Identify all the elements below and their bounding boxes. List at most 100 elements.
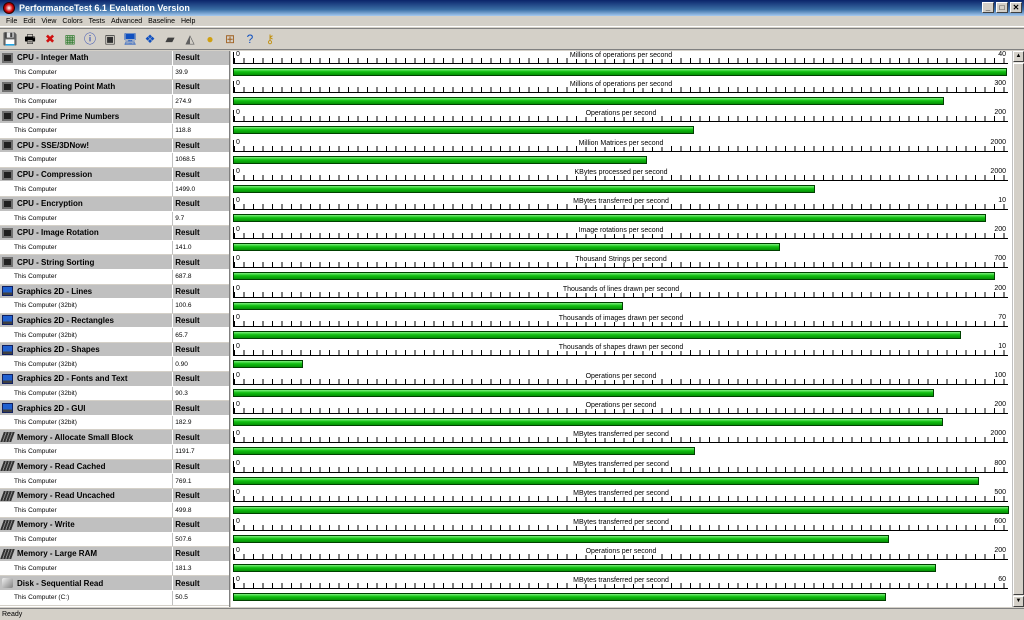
scale-unit-text: Operations per second — [583, 110, 659, 118]
test-header-row[interactable]: CPU - Compression Result — [0, 167, 229, 183]
test-graph: 0 Million Matrices per second 2000 — [231, 138, 1012, 168]
app-icon[interactable] — [3, 2, 15, 14]
cpu-icon — [2, 169, 13, 180]
test-header-row[interactable]: Memory - Write Result — [0, 518, 229, 533]
scale-max-label: 2000 — [988, 167, 1006, 175]
2d-graphics-icon[interactable]: 🖥 — [122, 31, 138, 47]
test-header-row[interactable]: Graphics 2D - Lines Result — [0, 284, 229, 300]
test-header-row[interactable]: CPU - Encryption Result — [0, 196, 229, 212]
test-name: Memory - Read Uncached — [17, 491, 115, 501]
result-bar — [233, 418, 943, 427]
test-result-row[interactable]: This Computer 1068.5 — [0, 153, 229, 168]
menu-colors[interactable]: Colors — [59, 18, 85, 25]
test-header-row[interactable]: Memory - Read Uncached Result — [0, 488, 229, 504]
test-result-row[interactable]: This Computer (32bit) 182.9 — [0, 415, 229, 431]
test-header-row[interactable]: Graphics 2D - GUI Result — [0, 401, 229, 416]
result-column-header: Result — [175, 578, 200, 588]
menu-baseline[interactable]: Baseline — [145, 18, 178, 25]
test-result-row[interactable]: This Computer 118.8 — [0, 123, 229, 139]
scale-unit-label: MBytes transferred per second — [234, 489, 1008, 497]
cpu-test-icon[interactable]: ▣ — [102, 31, 118, 47]
test-graph: 0 MBytes transferred per second 10 — [231, 196, 1012, 226]
test-header-row[interactable]: CPU - Integer Math Result — [0, 51, 229, 66]
test-result-row[interactable]: This Computer (C:) 50.5 — [0, 590, 229, 606]
test-result-row[interactable]: This Computer 39.9 — [0, 65, 229, 81]
test-header-row[interactable]: Memory - Large RAM Result — [0, 547, 229, 562]
graph-scale: 0 Operations per second 100 — [233, 372, 1008, 386]
key-icon[interactable]: ⚷ — [262, 31, 278, 47]
test-result-row[interactable]: This Computer 274.9 — [0, 94, 229, 110]
menu-tests[interactable]: Tests — [86, 18, 108, 25]
test-header-row[interactable]: Memory - Allocate Small Block Result — [0, 430, 229, 446]
test-result-row[interactable]: This Computer (32bit) 90.3 — [0, 386, 229, 402]
network-test-icon[interactable]: ⊞ — [222, 31, 238, 47]
maximize-button[interactable]: □ — [996, 2, 1008, 13]
scale-unit-label: Operations per second — [234, 402, 1008, 410]
help-icon[interactable]: ? — [242, 31, 258, 47]
test-result-row[interactable]: This Computer 181.3 — [0, 561, 229, 577]
scale-unit-label: MBytes transferred per second — [234, 577, 1008, 585]
results-graph-panel: 0 Millions of operations per second 40 0 Mil… — [231, 51, 1012, 607]
test-result-row[interactable]: This Computer 499.8 — [0, 503, 229, 518]
menu-view[interactable]: View — [38, 18, 59, 25]
scale-max-label: 10 — [996, 342, 1006, 350]
cd-test-icon[interactable]: ● — [202, 31, 218, 47]
test-header-row[interactable]: CPU - String Sorting Result — [0, 255, 229, 270]
close-button[interactable]: ✕ — [1010, 2, 1022, 13]
test-header-row[interactable]: CPU - Image Rotation Result — [0, 226, 229, 241]
disk-test-icon[interactable]: ◭ — [182, 31, 198, 47]
save-icon[interactable]: 💾 — [2, 31, 18, 47]
test-header-row[interactable]: Graphics 2D - Rectangles Result — [0, 313, 229, 329]
print-icon[interactable]: 🖶 — [22, 31, 38, 47]
test-result-row[interactable]: This Computer 507.6 — [0, 532, 229, 548]
test-header-row[interactable]: CPU - Floating Point Math Result — [0, 80, 229, 95]
test-result-row[interactable]: This Computer 141.0 — [0, 240, 229, 256]
monitor-icon — [2, 286, 13, 297]
info-icon[interactable]: ⓘ — [82, 31, 98, 47]
disk-icon — [2, 578, 13, 589]
vertical-scrollbar[interactable]: ▲ ▼ — [1012, 51, 1024, 607]
delete-icon[interactable]: ✖ — [42, 31, 58, 47]
test-header-row[interactable]: Disk - Sequential Read Result — [0, 576, 229, 591]
scale-unit-label: MBytes transferred per second — [234, 460, 1008, 468]
memory-icon — [0, 519, 15, 530]
scale-unit-text: MBytes transferred per second — [571, 519, 671, 526]
minimize-button[interactable]: _ — [982, 2, 994, 13]
scale-unit-label: Operations per second — [234, 373, 1008, 381]
test-result-row[interactable]: This Computer (32bit) 0.90 — [0, 357, 229, 373]
test-result-row[interactable]: This Computer 9.7 — [0, 211, 229, 227]
3d-graphics-icon[interactable]: ❖ — [142, 31, 158, 47]
graph-scale: 0 Thousands of shapes drawn per second 10 — [233, 342, 1008, 356]
result-column-header: Result — [175, 403, 200, 413]
monitor-icon — [2, 403, 13, 414]
export-icon[interactable]: ▦ — [62, 31, 78, 47]
graph-scale: 0 MBytes transferred per second 2000 — [233, 430, 1008, 444]
scale-unit-text: MBytes transferred per second — [571, 489, 671, 497]
test-header-row[interactable]: Memory - Read Cached Result — [0, 459, 229, 475]
test-result-row[interactable]: This Computer 687.8 — [0, 269, 229, 285]
menu-advanced[interactable]: Advanced — [108, 18, 145, 25]
test-name-cell: CPU - SSE/3DNow! — [0, 138, 174, 153]
test-graph: 0 Thousand Strings per second 700 — [231, 255, 1012, 284]
menu-edit[interactable]: Edit — [20, 18, 38, 25]
test-header-row[interactable]: Graphics 2D - Fonts and Text Result — [0, 372, 229, 387]
test-name: Memory - Large RAM — [17, 549, 98, 559]
scroll-up-button[interactable]: ▲ — [1013, 51, 1024, 62]
test-header-row[interactable]: Graphics 2D - Shapes Result — [0, 342, 229, 358]
test-header-row[interactable]: CPU - SSE/3DNow! Result — [0, 138, 229, 154]
test-result-row[interactable]: This Computer (32bit) 100.6 — [0, 299, 229, 314]
menu-file[interactable]: File — [3, 18, 20, 25]
memory-test-icon[interactable]: ▰ — [162, 31, 178, 47]
test-result-row[interactable]: This Computer (32bit) 65.7 — [0, 328, 229, 343]
test-header-row[interactable]: CPU - Find Prime Numbers Result — [0, 109, 229, 124]
result-value: 90.3 — [175, 389, 188, 397]
test-result-row[interactable]: This Computer 1499.0 — [0, 182, 229, 197]
menu-help[interactable]: Help — [178, 18, 198, 25]
result-bar — [233, 213, 986, 222]
test-result-row[interactable]: This Computer 1191.7 — [0, 445, 229, 460]
scroll-down-button[interactable]: ▼ — [1013, 596, 1024, 607]
test-result-row[interactable]: This Computer 769.1 — [0, 474, 229, 489]
results-table: CPU - Integer Math Result This Computer 39.… — [0, 51, 230, 607]
scroll-thumb[interactable] — [1013, 63, 1024, 595]
result-bar — [233, 535, 890, 543]
